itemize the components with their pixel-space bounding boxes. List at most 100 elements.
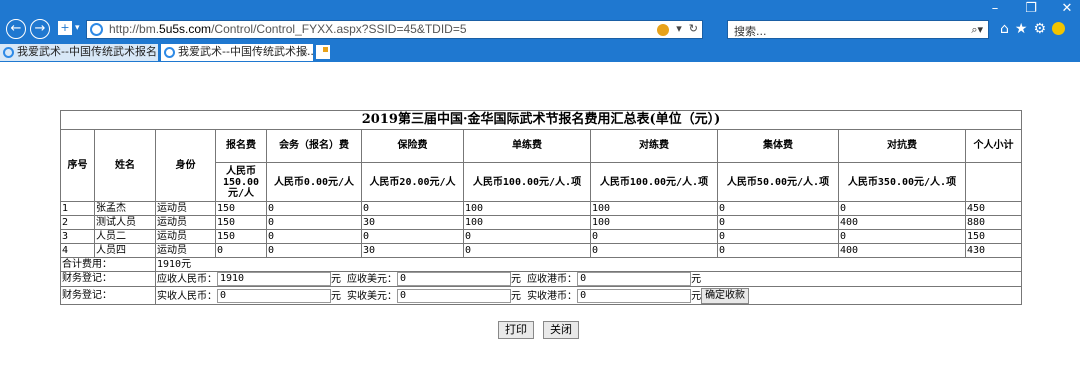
- received-usd-input[interactable]: 0: [397, 288, 512, 303]
- tab-inactive[interactable]: 我爱武术--中国传统武术报名...: [0, 44, 158, 61]
- receivable-label: 财务登记：: [60, 271, 156, 287]
- header-combat-fee: 对抗费: [838, 129, 966, 163]
- rate-combat: 人民币350.00元/人.项: [838, 162, 966, 202]
- new-tab-button[interactable]: [316, 45, 330, 59]
- row-fee: 400: [838, 215, 966, 230]
- row-fee: 0: [717, 201, 839, 216]
- row-fee: 0: [838, 229, 966, 244]
- address-tools: ▾ ↻: [657, 22, 698, 36]
- receivable-rmb-input[interactable]: 1910: [217, 272, 331, 286]
- table-row: 2 测试人员 运动员 150 0 30 100 100 0 400 880: [60, 215, 1023, 230]
- fee-summary-table: 2019第三届中国·金华国际武术节报名费用汇总表(单位（元）) 序号 姓名 身份…: [59, 110, 1023, 305]
- rate-conference: 人民币0.00元/人: [266, 162, 362, 202]
- close-tab-icon[interactable]: ×: [300, 44, 309, 60]
- page-content: 2019第三届中国·金华国际武术节报名费用汇总表(单位（元）) 序号 姓名 身份…: [0, 62, 1080, 388]
- row-fee: 0: [717, 229, 839, 244]
- row-fee: 30: [361, 243, 464, 258]
- restore-icon[interactable]: ❐: [1024, 1, 1038, 17]
- search-box[interactable]: 搜索... ⌕▾: [727, 20, 989, 39]
- page-icon[interactable]: +: [58, 21, 72, 35]
- address-url[interactable]: http://bm.5u5s.com/Control/Control_FYXX.…: [109, 22, 467, 36]
- browser-tools: ⌂ ★ ⚙: [1000, 21, 1066, 37]
- search-input[interactable]: 搜索...: [734, 23, 767, 39]
- browser-chrome: – ❐ ✕ ← → + ▾ http://bm.5u5s.com/Control…: [0, 0, 1080, 62]
- receivable-usd-label: 应收美元：: [347, 274, 398, 285]
- close-window-icon[interactable]: ✕: [1060, 1, 1074, 17]
- receivable-hkd-label: 应收港币：: [527, 274, 578, 285]
- row-fee: 0: [717, 243, 839, 258]
- minimize-icon[interactable]: –: [988, 1, 1002, 17]
- row-subtotal: 450: [964, 201, 1023, 216]
- print-button[interactable]: 打印: [498, 321, 534, 339]
- row-fee: 0: [590, 229, 718, 244]
- close-button[interactable]: 关闭: [543, 321, 579, 339]
- rate-subtotal-empty: [964, 162, 1023, 202]
- yuan-unit: 元: [511, 274, 522, 285]
- rate-insurance: 人民币20.00元/人: [361, 162, 464, 202]
- header-duet-fee: 对练费: [590, 129, 718, 163]
- feedback-smiley-icon[interactable]: [1052, 22, 1066, 35]
- row-subtotal: 880: [964, 215, 1023, 230]
- row-subtotal: 430: [964, 243, 1023, 258]
- row-fee: 0: [361, 201, 464, 216]
- table-row: 1 张孟杰 运动员 150 0 0 100 100 0 0 450: [60, 201, 1023, 216]
- row-seq: 4: [60, 243, 95, 258]
- row-fee: 0: [266, 215, 362, 230]
- header-insurance-fee: 保险费: [361, 129, 464, 163]
- header-name: 姓名: [94, 129, 156, 202]
- received-hkd-input[interactable]: 0: [577, 288, 692, 303]
- row-fee: 30: [361, 215, 464, 230]
- row-fee: 100: [463, 215, 591, 230]
- receivable-hkd-input[interactable]: 0: [577, 272, 692, 286]
- received-row: 财务登记： 实收人民币： 0 元 实收美元： 0 元 实收港币： 0 元确定收款: [60, 286, 1023, 305]
- chevron-down-icon[interactable]: ▾: [75, 23, 80, 33]
- refresh-icon[interactable]: ↻: [689, 22, 698, 36]
- ie-icon: [90, 23, 103, 36]
- rate-duet: 人民币100.00元/人.项: [590, 162, 718, 202]
- received-hkd-label: 实收港币：: [527, 290, 578, 302]
- row-identity: 运动员: [155, 243, 216, 258]
- total-label: 合计费用：: [60, 257, 156, 272]
- received-usd-label: 实收美元：: [347, 290, 398, 302]
- table-title: 2019第三届中国·金华国际武术节报名费用汇总表(单位（元）): [59, 110, 1023, 130]
- receivable-usd-input[interactable]: 0: [397, 272, 512, 286]
- tab-title: 我爱武术--中国传统武术报...: [178, 45, 313, 58]
- row-identity: 运动员: [155, 229, 216, 244]
- yuan-unit: 元: [691, 274, 702, 285]
- row-fee: 100: [463, 201, 591, 216]
- header-identity: 身份: [155, 129, 216, 202]
- header-solo-fee: 单练费: [463, 129, 591, 163]
- row-fee: 0: [590, 243, 718, 258]
- header-conference-fee: 会务（报名）费: [266, 129, 362, 163]
- row-name: 人员四: [94, 243, 156, 258]
- row-fee: 0: [463, 243, 591, 258]
- address-bar[interactable]: http://bm.5u5s.com/Control/Control_FYXX.…: [86, 20, 703, 39]
- back-button[interactable]: ←: [6, 19, 26, 39]
- search-icon[interactable]: ⌕▾: [971, 23, 983, 37]
- row-fee: 150: [215, 215, 267, 230]
- table-row: 3 人员二 运动员 150 0 0 0 0 0 0 150: [60, 229, 1023, 244]
- yuan-unit: 元: [331, 290, 341, 302]
- received-fields: 实收人民币： 0 元 实收美元： 0 元 实收港币： 0 元确定收款: [154, 286, 1023, 305]
- received-label: 财务登记：: [60, 286, 156, 305]
- total-value: 1910元: [154, 257, 1023, 272]
- rate-group: 人民币50.00元/人.项: [717, 162, 839, 202]
- chevron-down-icon[interactable]: ▾: [676, 22, 682, 36]
- navigation-bar: ← → + ▾ http://bm.5u5s.com/Control/Contr…: [0, 17, 1080, 43]
- receivable-fields: 应收人民币： 1910 元 应收美元： 0 元 应收港币： 0 元: [154, 271, 1023, 287]
- row-fee: 150: [215, 229, 267, 244]
- row-fee: 0: [361, 229, 464, 244]
- favorites-star-icon[interactable]: ★: [1015, 21, 1028, 37]
- received-rmb-input[interactable]: 0: [217, 288, 331, 303]
- row-fee: 400: [838, 243, 966, 258]
- ie-icon: [164, 47, 175, 58]
- forward-button[interactable]: →: [30, 19, 50, 39]
- row-fee: 0: [266, 243, 362, 258]
- compat-icon[interactable]: [657, 24, 670, 36]
- confirm-payment-button[interactable]: 确定收款: [701, 287, 750, 304]
- receivable-row: 财务登记： 应收人民币： 1910 元 应收美元： 0 元 应收港币： 0 元: [60, 271, 1023, 287]
- gear-icon[interactable]: ⚙: [1033, 21, 1046, 37]
- header-group-fee: 集体费: [717, 129, 839, 163]
- home-icon[interactable]: ⌂: [1000, 21, 1009, 37]
- tab-active[interactable]: 我爱武术--中国传统武术报... ×: [161, 44, 313, 61]
